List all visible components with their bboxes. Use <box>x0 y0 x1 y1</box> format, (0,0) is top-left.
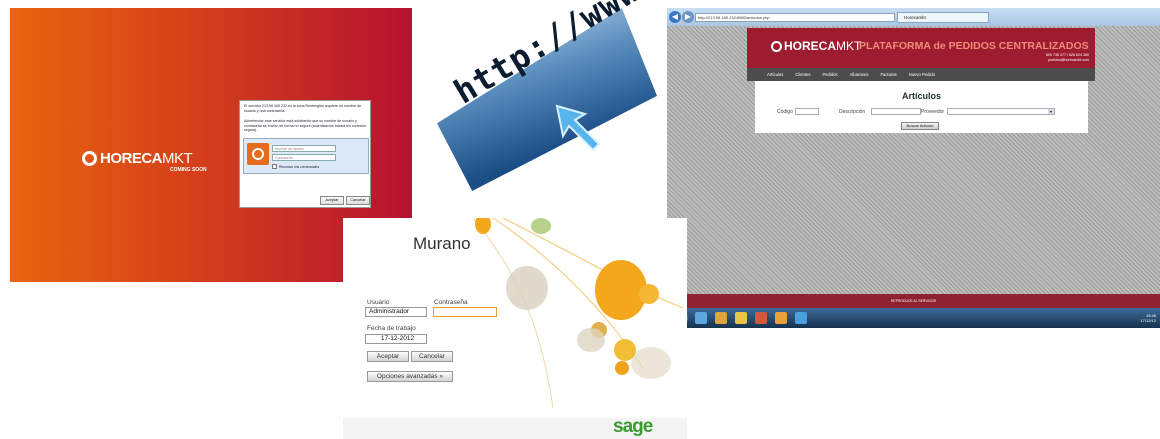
app-taskbar-icon[interactable] <box>755 312 767 324</box>
menu-item-articulos[interactable]: Artículos <box>767 68 783 81</box>
auth-warning: Advertencia: este servidor está solicita… <box>244 119 367 132</box>
browser-window: ◀ ▶ http://213.98.165.232:8080/articulos… <box>667 8 1160 328</box>
menu-item-facturas[interactable]: Facturas <box>880 68 896 81</box>
menu-item-pedidos[interactable]: Pedidos <box>822 68 837 81</box>
murano-login-screen: Murano Usuario Administrador Contraseña … <box>343 218 687 439</box>
description-label: Descripción <box>839 109 866 115</box>
cursor-arrow-icon <box>555 104 601 152</box>
code-input[interactable] <box>795 108 819 115</box>
accept-button[interactable]: Aceptar <box>320 196 344 205</box>
folder-taskbar-icon[interactable] <box>735 312 747 324</box>
sage-logo: sage <box>613 416 653 437</box>
articles-title: Artículos <box>901 91 941 101</box>
credentials-box: Nombre de usuario Contraseña Recordar mi… <box>243 138 369 174</box>
address-bar[interactable]: http://213.98.165.232:8080/articulos.php <box>695 13 895 22</box>
app2-taskbar-icon[interactable] <box>775 312 787 324</box>
provider-label: Proveedor <box>921 109 945 115</box>
remember-checkbox[interactable]: Recordar mis credenciales <box>272 164 319 169</box>
site-logo: HORECA MKT <box>771 39 861 53</box>
ie-taskbar-icon[interactable] <box>695 312 707 324</box>
back-icon[interactable]: ◀ <box>669 11 681 23</box>
dropdown-arrow-icon: ▾ <box>1048 109 1054 114</box>
site-menu: Artículos Clientes Pedidos Albaranes Fac… <box>747 68 1095 81</box>
advanced-options-button[interactable]: Opciones avanzadas » <box>367 371 453 382</box>
user-label: Usuario <box>367 299 390 306</box>
menu-item-clientes[interactable]: Clientes <box>795 68 810 81</box>
menu-item-albaranes[interactable]: Albaranes <box>850 68 869 81</box>
auth-dialog: El servidor 213.98.165.232 en la zona Re… <box>239 100 371 208</box>
accept-button[interactable]: Aceptar <box>367 351 409 362</box>
taskbar: 15:46 17/12/12 <box>667 308 1160 328</box>
date-field[interactable]: 17-12-2012 <box>365 334 427 344</box>
cancel-button[interactable]: Cancelar <box>346 196 370 205</box>
http-illustration: http://www. <box>437 0 664 191</box>
explorer-taskbar-icon[interactable] <box>715 312 727 324</box>
system-clock: 15:46 17/12/12 <box>1140 313 1156 323</box>
articles-panel: Artículos Código Descripción Proveedor ▾… <box>755 81 1088 133</box>
cancel-button[interactable]: Cancelar <box>411 351 453 362</box>
site-logo-icon <box>771 40 782 52</box>
user-avatar-icon <box>247 143 269 165</box>
app-title: Murano <box>413 234 471 253</box>
coming-soon-label: COMING SOON <box>170 167 207 173</box>
provider-select[interactable]: ▾ <box>947 108 1055 115</box>
menu-item-nuevo-pedido[interactable]: Nuevo Pedido <box>909 68 935 81</box>
horeca-logo-icon <box>82 151 97 166</box>
auth-message: El servidor 213.98.165.232 en la zona Re… <box>244 104 362 113</box>
forward-icon[interactable]: ▶ <box>682 11 694 23</box>
browser-toolbar: ◀ ▶ http://213.98.165.232:8080/articulos… <box>667 8 1160 26</box>
site-title: PLATAFORMA de PEDIDOS CENTRALIZADOS <box>859 40 1089 52</box>
browser-taskbar-icon[interactable] <box>795 312 807 324</box>
date-label: Fecha de trabajo <box>367 325 416 332</box>
password-label: Contraseña <box>434 299 468 306</box>
description-input[interactable] <box>871 108 921 115</box>
contact-email[interactable]: pedidos@horecamkt.com <box>1046 58 1089 63</box>
password-field[interactable]: Contraseña <box>272 154 336 161</box>
search-article-button[interactable]: Buscar Artículo <box>901 122 939 130</box>
username-field[interactable]: Nombre de usuario <box>272 145 336 152</box>
browser-tab[interactable]: Horecamkt <box>897 12 989 23</box>
site-footer: REPRODUCE AL SERVIDOR <box>667 294 1160 308</box>
user-field[interactable]: Administrador <box>365 307 427 317</box>
code-label: Código <box>777 109 793 115</box>
password-field[interactable] <box>433 307 497 317</box>
site-header: HORECA MKT PLATAFORMA de PEDIDOS CENTRALI… <box>747 28 1095 68</box>
contact-info: 609 736 377 / 626 624 380 pedidos@horeca… <box>1046 53 1089 63</box>
horeca-logo: HORECA MKT <box>82 150 193 167</box>
